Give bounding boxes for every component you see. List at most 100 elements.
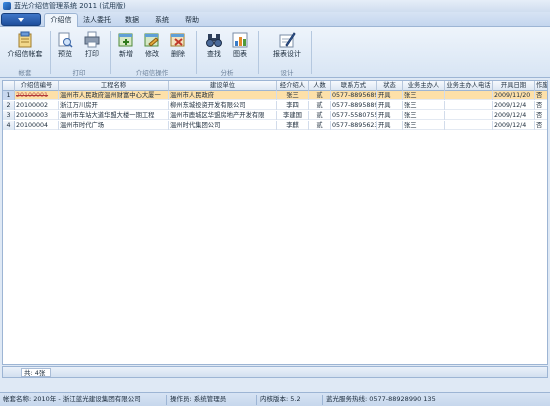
record-count: 共: 4张 xyxy=(21,368,51,377)
tab-legal-entrust[interactable]: 法人委托 xyxy=(80,14,114,27)
tab-data[interactable]: 数据 xyxy=(120,14,144,27)
header-corner xyxy=(3,81,15,91)
edit-record-icon xyxy=(143,31,161,49)
row-number: 4 xyxy=(3,121,15,130)
letters-table[interactable]: 介绍信编号 工程名称 建设单位 经介绍人 人数 联系方式 状态 业务主办人 业务… xyxy=(2,80,548,365)
table-cell: 2009/12/4 xyxy=(493,111,535,120)
table-cell: 张三 xyxy=(403,101,445,110)
table-row[interactable]: 1 20100001 温州市人民政府温州财富中心大厦一 温州市人民政府 张三 贰… xyxy=(3,91,547,100)
status-divider xyxy=(322,395,323,405)
delete-button[interactable]: 删除 xyxy=(167,31,189,63)
group-label-print: 打印 xyxy=(72,69,86,77)
find-button[interactable]: 查找 xyxy=(203,31,225,63)
table-row[interactable]: 2 20100002 浙江万川房开 柳州东城投资开发有限公司 李四 贰 0577… xyxy=(3,101,547,110)
table-cell: 0577-8895623 xyxy=(332,121,377,130)
status-divider xyxy=(256,395,257,405)
find-label: 查找 xyxy=(207,50,221,58)
table-cell: 否 xyxy=(535,111,547,120)
table-row[interactable]: 4 20100004 温州市时代广场 温州时代集团公司 李麒 贰 0577-88… xyxy=(3,121,547,130)
tab-help[interactable]: 帮助 xyxy=(180,14,204,27)
edit-button[interactable]: 修改 xyxy=(141,31,163,63)
ribbon-separator xyxy=(110,31,111,74)
table-cell: 20100002 xyxy=(15,101,59,110)
table-cell: 否 xyxy=(535,121,547,130)
table-cell: 李麒 xyxy=(277,121,309,130)
tab-system[interactable]: 系统 xyxy=(150,14,174,27)
table-cell: 张三 xyxy=(403,121,445,130)
table-cell: 2009/12/4 xyxy=(493,121,535,130)
column-header[interactable]: 工程名称 xyxy=(59,81,169,91)
status-account: 帐套名称: 2010年 - 浙江蓝光建设集团有限公司 xyxy=(3,395,141,403)
application-menu-button[interactable] xyxy=(1,13,41,26)
table-cell: 否 xyxy=(535,91,547,100)
table-cell xyxy=(445,111,493,120)
title-bar: 蓝光介绍信管理系统 2011 (试用版) xyxy=(0,0,550,12)
column-header[interactable]: 介绍信编号 xyxy=(15,81,59,91)
column-header[interactable]: 业务主办人 xyxy=(403,81,445,91)
table-cell: 20100001 xyxy=(15,91,59,100)
table-cell: 张三 xyxy=(277,91,309,100)
chart-button[interactable]: 图表 xyxy=(229,31,251,63)
column-header[interactable]: 经介绍人 xyxy=(277,81,309,91)
tab-letter[interactable]: 介绍信 xyxy=(44,13,78,28)
table-cell: 李四 xyxy=(277,101,309,110)
table-cell: 开具 xyxy=(377,91,403,100)
add-record-icon xyxy=(117,31,135,49)
status-version: 内核版本: 5.2 xyxy=(260,395,301,403)
account-book-icon xyxy=(16,31,34,49)
table-cell: 贰 xyxy=(309,111,331,120)
table-cell: 否 xyxy=(535,101,547,110)
column-header[interactable]: 作废 xyxy=(535,81,547,91)
menu-row: 介绍信 法人委托 数据 系统 帮助 xyxy=(0,12,550,28)
report-design-label: 报表设计 xyxy=(273,50,301,58)
ribbon-separator xyxy=(196,31,197,74)
table-cell: 0577-8895689 xyxy=(332,91,377,100)
letter-account-button[interactable]: 介绍信帐套 xyxy=(4,31,46,63)
chevron-down-icon xyxy=(18,17,24,22)
table-row[interactable]: 3 20100003 温州市车站大道华盟大楼一期工程 温州市鹿城区华盟房地产开发… xyxy=(3,111,547,120)
table-cell: 2009/12/4 xyxy=(493,101,535,110)
column-header[interactable]: 状态 xyxy=(377,81,403,91)
status-hotline: 蓝光服务热线: 0577-88928990 135 xyxy=(326,395,436,403)
table-cell: 贰 xyxy=(309,91,331,100)
preview-label: 预览 xyxy=(58,50,72,58)
table-cell: 温州市鹿城区华盟房地产开发有限 xyxy=(169,111,277,120)
table-cell: 温州时代集团公司 xyxy=(169,121,277,130)
binoculars-icon xyxy=(205,31,223,49)
group-label-design: 设计 xyxy=(280,69,294,77)
table-cell: 0577-5580755 xyxy=(332,111,377,120)
report-design-button[interactable]: 报表设计 xyxy=(268,31,306,63)
edit-label: 修改 xyxy=(145,50,159,58)
table-cell: 20100003 xyxy=(15,111,59,120)
group-label-letter-ops: 介绍信操作 xyxy=(135,69,169,77)
letter-account-label: 介绍信帐套 xyxy=(7,50,43,58)
add-button[interactable]: 新增 xyxy=(115,31,137,63)
table-cell: 开具 xyxy=(377,101,403,110)
table-cell: 温州市人民政府温州财富中心大厦一 xyxy=(59,91,169,100)
table-cell xyxy=(445,101,493,110)
column-header[interactable]: 建设单位 xyxy=(169,81,277,91)
table-cell: 温州市人民政府 xyxy=(169,91,277,100)
ribbon: 介绍信帐套 帐套 预览 打印 打印 新增 修改 删除 介绍信操作 查找 图表 分… xyxy=(0,27,550,78)
column-header[interactable]: 业务主办人电话 xyxy=(445,81,493,91)
column-header[interactable]: 开具日期 xyxy=(493,81,535,91)
table-cell: 贰 xyxy=(309,101,331,110)
table-cell: 贰 xyxy=(309,121,331,130)
table-cell: 浙江万川房开 xyxy=(59,101,169,110)
column-header[interactable]: 人数 xyxy=(309,81,331,91)
row-number: 3 xyxy=(3,111,15,120)
group-label-analysis: 分析 xyxy=(220,69,234,77)
add-label: 新增 xyxy=(119,50,133,58)
chart-icon xyxy=(231,31,249,49)
print-label: 打印 xyxy=(85,50,99,58)
column-header[interactable]: 联系方式 xyxy=(331,81,377,91)
print-button[interactable]: 打印 xyxy=(80,31,104,63)
table-cell: 张三 xyxy=(403,111,445,120)
row-number: 2 xyxy=(3,101,15,110)
printer-icon xyxy=(83,31,101,49)
app-logo-icon xyxy=(3,2,11,10)
preview-button[interactable]: 预览 xyxy=(54,31,76,63)
group-label-account: 帐套 xyxy=(18,69,32,77)
status-divider xyxy=(166,395,167,405)
table-cell xyxy=(445,121,493,130)
